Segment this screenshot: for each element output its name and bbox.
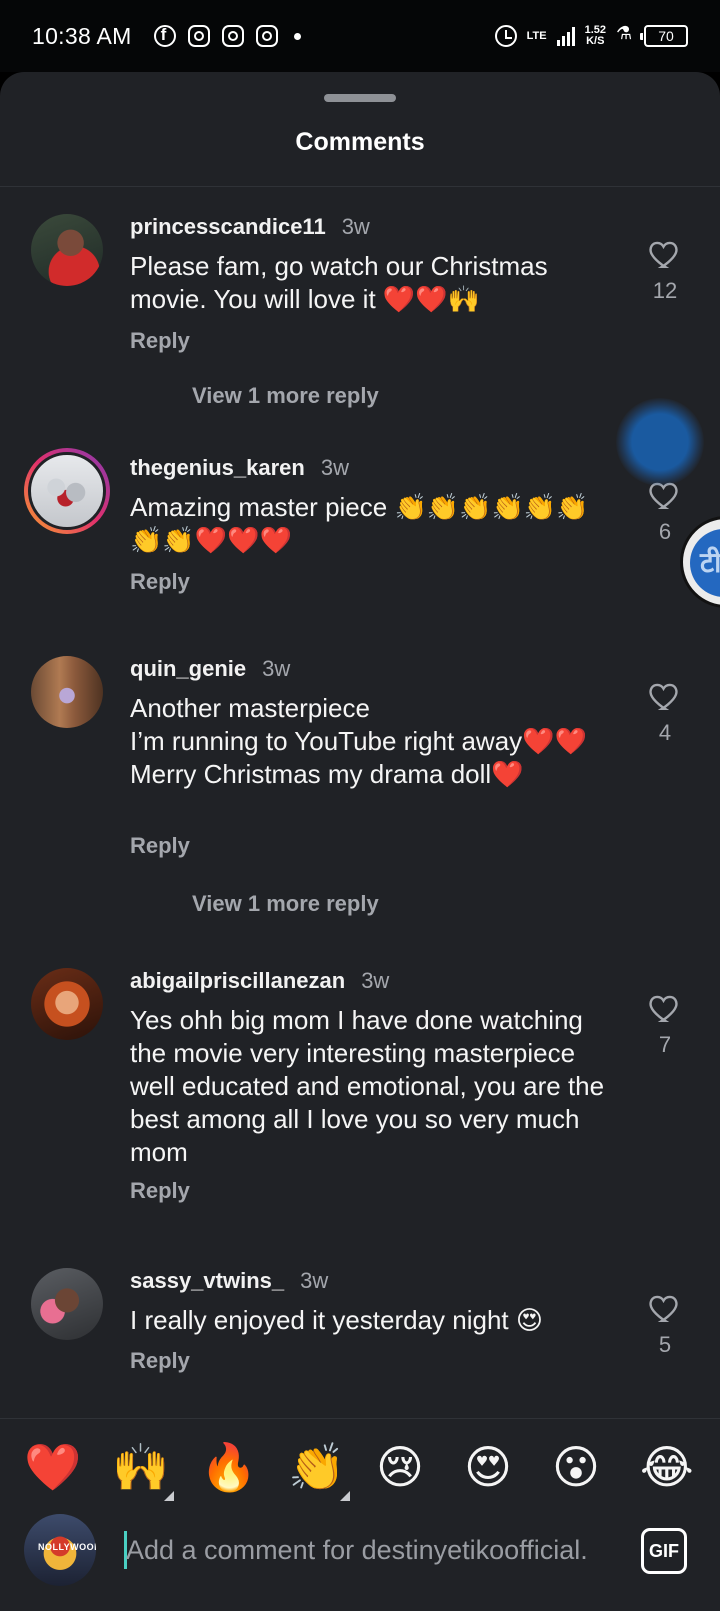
view-replies-button[interactable]: View 1 more reply xyxy=(192,383,379,409)
comment-time: 3w xyxy=(341,214,370,239)
avatar[interactable] xyxy=(31,656,103,728)
sheet-title: Comments xyxy=(295,128,425,156)
avatar[interactable] xyxy=(24,448,110,534)
avatar[interactable] xyxy=(31,1268,103,1340)
instagram-icon xyxy=(187,25,210,47)
like-count: 6 xyxy=(658,519,672,544)
reply-button[interactable]: Reply xyxy=(130,1178,190,1204)
emoji-quick-reactions: ❤️ 🙌 🔥 👏 😢 😍 😮 😂 xyxy=(0,1418,720,1514)
comment-time: 3w xyxy=(262,656,291,681)
avatar[interactable] xyxy=(31,214,103,286)
comment-text: Please fam, go watch our Christmas movie… xyxy=(130,251,555,314)
comment-item: princesscandice11 3w Please fam, go watc… xyxy=(0,214,720,444)
comment-item: sassy_vtwins_ 3w I really enjoyed it yes… xyxy=(0,1268,720,1388)
like-button[interactable]: 7 xyxy=(645,990,685,1058)
like-count: 7 xyxy=(658,1032,672,1057)
gif-button[interactable]: GIF xyxy=(641,1528,687,1574)
comment-text: I really enjoyed it yesterday night 😍 xyxy=(130,1305,543,1335)
comment-item: quin_genie 3w Another masterpiece I’m ru… xyxy=(0,656,720,956)
instagram-icon xyxy=(221,25,244,47)
sheet-grab-handle[interactable] xyxy=(324,94,396,102)
status-bar: 10:38 AM LTE 1.52 K/S 70 xyxy=(0,0,720,72)
like-button[interactable]: 4 xyxy=(645,678,685,746)
comments-sheet: Comments princesscandice11 3w Please fam… xyxy=(0,72,720,1611)
heart-icon xyxy=(649,683,678,710)
like-button[interactable]: 6 xyxy=(645,477,685,545)
floating-assistant-bubble[interactable] xyxy=(616,398,704,486)
comment-item: abigailpriscillanezan 3w Yes ohh big mom… xyxy=(0,968,720,1218)
avatar[interactable] xyxy=(31,968,103,1040)
avatar-image xyxy=(28,452,106,530)
avatar-logo-text: NOLLYWOOD xyxy=(38,1542,96,1552)
battery-icon: 70 xyxy=(640,25,688,47)
like-count: 4 xyxy=(658,720,672,745)
skin-tone-indicator-icon xyxy=(340,1491,350,1501)
network-speed: 1.52 K/S xyxy=(585,25,606,47)
comment-time: 3w xyxy=(361,968,390,993)
reply-button[interactable]: Reply xyxy=(130,569,190,595)
like-count: 5 xyxy=(658,1332,672,1357)
comment-text: Another masterpiece I’m running to YouTu… xyxy=(130,693,587,789)
emoji-surprised-button[interactable]: 😮 xyxy=(552,1441,600,1493)
network-type: LTE xyxy=(526,29,547,42)
emoji-clap-button[interactable]: 👏 xyxy=(288,1441,345,1493)
emoji-crying-button[interactable]: 😢 xyxy=(376,1441,424,1493)
flask-icon xyxy=(616,23,634,46)
comment-time: 3w xyxy=(300,1268,329,1293)
emoji-laughing-button[interactable]: 😂 xyxy=(640,1441,694,1493)
emoji-fire-button[interactable]: 🔥 xyxy=(200,1441,257,1493)
skin-tone-indicator-icon xyxy=(164,1491,174,1501)
heart-icon xyxy=(649,241,678,268)
more-notifications-dot-icon xyxy=(293,32,301,40)
emoji-heart-button[interactable]: ❤️ xyxy=(24,1441,81,1493)
comment-time: 3w xyxy=(320,455,349,480)
alarm-icon xyxy=(494,25,517,47)
heart-icon xyxy=(649,1295,678,1322)
comment-text: Amazing master piece 👏👏👏👏👏👏👏👏❤️❤️❤️ xyxy=(130,492,589,555)
language-glyph: टी xyxy=(690,529,720,597)
emoji-heart-eyes-button[interactable]: 😍 xyxy=(464,1441,512,1493)
status-time: 10:38 AM xyxy=(32,22,132,49)
like-button[interactable]: 5 xyxy=(645,1290,685,1358)
instagram-icon xyxy=(255,25,278,47)
comment-input[interactable] xyxy=(126,1528,616,1572)
comment-username[interactable]: abigailpriscillanezan xyxy=(130,968,345,994)
emoji-raised-hands-button[interactable]: 🙌 xyxy=(112,1441,169,1493)
divider xyxy=(0,186,720,187)
facebook-icon xyxy=(153,25,176,47)
like-button[interactable]: 12 xyxy=(645,236,685,304)
like-count: 12 xyxy=(652,278,678,303)
heart-icon xyxy=(649,995,678,1022)
comment-username[interactable]: thegenius_karen xyxy=(130,455,305,481)
view-replies-button[interactable]: View 1 more reply xyxy=(192,891,379,917)
comment-username[interactable]: quin_genie xyxy=(130,656,246,682)
comment-composer: NOLLYWOOD GIF xyxy=(0,1514,720,1611)
status-right: LTE 1.52 K/S 70 xyxy=(494,23,688,47)
signal-icon xyxy=(556,26,575,46)
reply-button[interactable]: Reply xyxy=(130,1348,190,1374)
reply-button[interactable]: Reply xyxy=(130,833,190,859)
comment-item: thegenius_karen 3w Amazing master piece … xyxy=(0,448,720,625)
network-speed-unit: K/S xyxy=(586,35,605,47)
comment-username[interactable]: sassy_vtwins_ xyxy=(130,1268,284,1294)
notification-icons xyxy=(153,25,301,47)
comment-text: Yes ohh big mom I have done watching the… xyxy=(130,1005,612,1167)
current-user-avatar: NOLLYWOOD xyxy=(24,1514,96,1586)
reply-button[interactable]: Reply xyxy=(130,328,190,354)
comment-username[interactable]: princesscandice11 xyxy=(130,214,326,240)
